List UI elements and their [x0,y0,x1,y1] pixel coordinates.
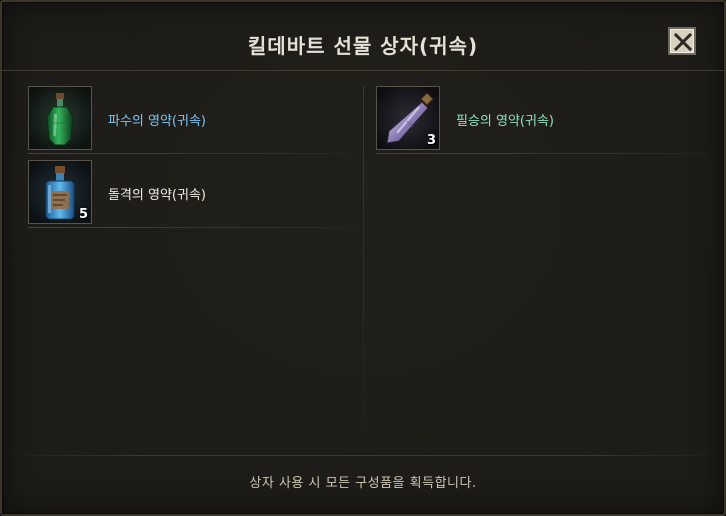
footer-notice: 상자 사용 시 모든 구성품을 획득합니다. [249,476,477,491]
item-icon-frame: 5 [28,160,92,224]
item-icon-frame [28,86,92,150]
title-bar: 킬데바트 선물 상자(귀속) [2,2,724,71]
row-divider [376,153,706,154]
item-name: 필승의 영약(귀속) [456,114,554,129]
item-quantity: 5 [78,207,88,222]
item-quantity: 3 [426,133,436,148]
list-item[interactable]: 5 돌격의 영약(귀속) [28,160,358,228]
gift-box-dialog: 킬데바트 선물 상자(귀속) 파수의 영약(귀속) 5 돌격의 영약(귀속) 3… [0,0,726,516]
dialog-title: 킬데바트 선물 상자(귀속) [247,34,479,58]
row-divider [28,153,358,154]
item-name: 파수의 영약(귀속) [108,114,206,129]
close-icon [673,32,693,52]
list-item[interactable]: 3 필승의 영약(귀속) [376,86,706,154]
list-item[interactable]: 파수의 영약(귀속) [28,86,358,154]
item-name: 돌격의 영약(귀속) [108,188,206,203]
row-divider [28,227,358,228]
column-divider [363,86,364,446]
item-icon-frame: 3 [376,86,440,150]
close-button[interactable] [668,27,696,55]
footer-divider [2,455,724,456]
green-potion-icon [29,87,91,149]
